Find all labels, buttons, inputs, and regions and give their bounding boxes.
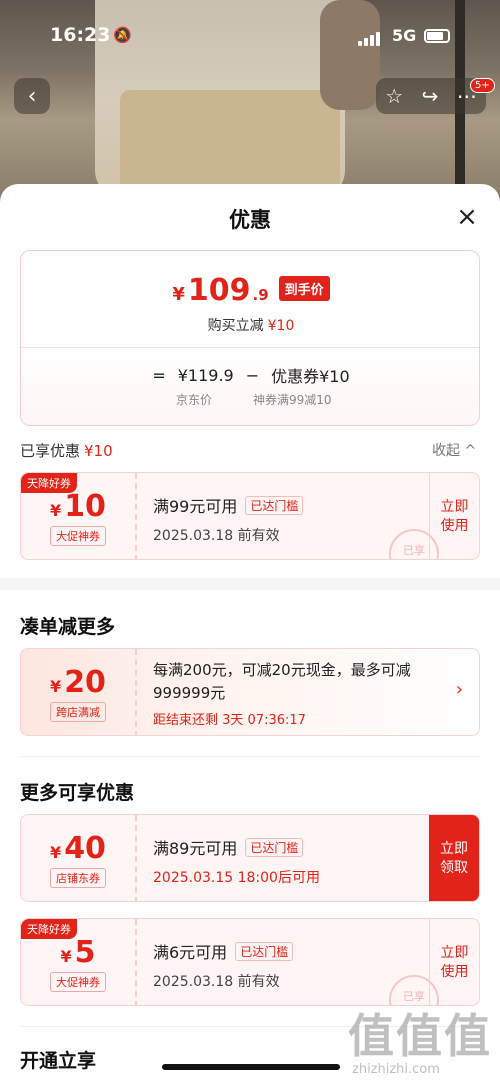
coupon-condition: 满99元可用 已达门槛 bbox=[153, 493, 304, 517]
photo-arm bbox=[320, 0, 380, 110]
coupon-details: 满89元可用 已达门槛 2025.03.15 18:00后可用 bbox=[153, 835, 320, 887]
use-now-button[interactable]: 立即 使用 bbox=[429, 919, 479, 1005]
divider bbox=[21, 347, 479, 348]
threshold-tag: 已达门槛 bbox=[235, 941, 294, 961]
star-icon[interactable]: ☆ bbox=[385, 84, 403, 108]
coupon-deduction: 优惠券¥10 bbox=[271, 367, 350, 386]
promo-currency: ¥ bbox=[50, 676, 62, 696]
currency-symbol: ¥ bbox=[172, 284, 185, 305]
jd-price: ¥119.9 bbox=[177, 365, 234, 385]
promo-type: 跨店满减 bbox=[50, 701, 106, 722]
coupon-details: 满99元可用 已达门槛 2025.03.18 前有效 bbox=[153, 493, 304, 545]
promo-countdown: 距结束还剩 3天 07:36:17 bbox=[153, 713, 306, 728]
site-watermark: 值值值 zhizhizhi.com bbox=[348, 1000, 498, 1077]
coupon-currency: ¥ bbox=[60, 946, 72, 966]
collapse-toggle[interactable]: 收起 ^ bbox=[432, 440, 476, 460]
watermark-logo: 值值值 bbox=[348, 1009, 492, 1063]
price-integer: 109 bbox=[187, 273, 251, 308]
threshold-tag: 已达门槛 bbox=[245, 837, 304, 857]
coupon-amount-value: 10 bbox=[64, 488, 106, 524]
home-indicator[interactable] bbox=[162, 1064, 340, 1070]
coupon-amount-value: 40 bbox=[64, 830, 106, 866]
coupon-amount: ¥ 40 bbox=[50, 831, 106, 866]
close-icon: × bbox=[456, 202, 478, 232]
coupon-value-area: ¥ 40 店铺东券 bbox=[21, 815, 137, 901]
coupon-date: 2025.03.15 18:00后可用 bbox=[153, 870, 320, 886]
promo-description: 每满200元，可减20元现金，最多可减999999元 bbox=[153, 661, 411, 702]
coupon-currency: ¥ bbox=[50, 842, 62, 862]
saving-value: ¥10 bbox=[267, 318, 295, 334]
coupon-currency: ¥ bbox=[50, 500, 62, 520]
equals-sign: = bbox=[152, 365, 166, 385]
enjoyed-value: ¥10 bbox=[84, 442, 113, 460]
coupon-details: 满6元可用 已达门槛 2025.03.18 前有效 bbox=[153, 939, 294, 991]
sheet-title: 优惠 bbox=[229, 208, 271, 232]
coupon-condition-text: 满99元可用 bbox=[153, 497, 238, 516]
coupon-condition: 满89元可用 已达门槛 bbox=[153, 835, 320, 859]
price-card: ¥ 109 .9 到手价 购买立减 ¥10 = ¥119.9 − 优惠券¥10 京… bbox=[20, 250, 480, 426]
back-button[interactable]: ‹ bbox=[14, 78, 50, 114]
threshold-tag: 已达门槛 bbox=[245, 495, 304, 515]
coupon-condition-text: 满6元可用 bbox=[153, 943, 228, 962]
divider bbox=[20, 756, 480, 757]
coupon-type: 大促神券 bbox=[50, 525, 106, 546]
coupon-type: 店铺东券 bbox=[50, 867, 106, 888]
back-icon: ‹ bbox=[27, 83, 37, 109]
coupon-amount: ¥ 10 bbox=[50, 489, 106, 524]
promo-amount-value: 20 bbox=[64, 664, 106, 700]
final-price-tag: 到手价 bbox=[278, 276, 330, 301]
extra-discount-title: 更多可享优惠 bbox=[20, 782, 135, 804]
final-price: ¥ 109 .9 到手价 bbox=[21, 273, 479, 308]
section-gap bbox=[0, 578, 500, 590]
coupon-label: 神券满99减10 bbox=[253, 393, 332, 407]
coupon-type: 大促神券 bbox=[50, 971, 106, 992]
bell-muted-icon: 🔕 bbox=[113, 26, 132, 44]
mega-coupon-card[interactable]: ¥ 5 大促神券 天降好券 满6元可用 已达门槛 2025.03.18 前有效 … bbox=[20, 918, 480, 1006]
discount-sheet: 优惠 × ¥ 109 .9 到手价 购买立减 ¥10 = ¥119.9 − 优惠券… bbox=[0, 184, 500, 1083]
chevron-right-icon: › bbox=[455, 679, 463, 700]
claim-now-button[interactable]: 立即 领取 bbox=[429, 815, 479, 901]
more-discount-title: 凑单减更多 bbox=[20, 616, 116, 638]
close-button[interactable]: × bbox=[452, 202, 482, 232]
price-formula: = ¥119.9 − 优惠券¥10 bbox=[21, 363, 479, 387]
enjoyed-coupon-card[interactable]: ¥ 10 大促神券 天降好券 满99元可用 已达门槛 2025.03.18 前有… bbox=[20, 472, 480, 560]
minus-sign: − bbox=[245, 365, 260, 385]
status-time: 16:23 bbox=[50, 24, 111, 46]
message-badge: 5+ bbox=[470, 78, 495, 93]
saving-label: 购买立减 bbox=[207, 318, 264, 334]
coupon-date: 2025.03.18 前有效 bbox=[153, 974, 280, 990]
battery-icon bbox=[424, 29, 450, 43]
coupon-date: 2025.03.18 前有效 bbox=[153, 528, 280, 544]
status-bar: 16:23 🔕 5G bbox=[0, 24, 500, 52]
enjoyed-label: 已享优惠 bbox=[20, 442, 81, 460]
store-coupon-card[interactable]: ¥ 40 店铺东券 满89元可用 已达门槛 2025.03.15 18:00后可… bbox=[20, 814, 480, 902]
enjoyed-discount: 已享优惠 ¥10 bbox=[20, 440, 113, 461]
use-now-button[interactable]: 立即 使用 bbox=[429, 473, 479, 559]
price-decimal: .9 bbox=[252, 286, 269, 304]
instant-saving: 购买立减 ¥10 bbox=[21, 315, 479, 335]
promo-amount: ¥ 20 bbox=[50, 665, 106, 700]
open-membership-title: 开通立享 bbox=[20, 1050, 97, 1072]
coupon-condition: 满6元可用 已达门槛 bbox=[153, 939, 294, 963]
jd-price-label: 京东价 bbox=[176, 393, 213, 407]
coupon-amount: ¥ 5 bbox=[60, 935, 95, 970]
coupon-corner-tag: 天降好券 bbox=[21, 473, 77, 493]
promo-value-area: ¥ 20 跨店满减 bbox=[21, 649, 137, 735]
share-icon[interactable]: ↪ bbox=[422, 84, 439, 108]
cross-store-promo-card[interactable]: ¥ 20 跨店满减 每满200元，可减20元现金，最多可减999999元 距结束… bbox=[20, 648, 480, 736]
coupon-condition-text: 满89元可用 bbox=[153, 839, 238, 858]
coupon-corner-tag: 天降好券 bbox=[21, 919, 77, 939]
network-type: 5G bbox=[392, 26, 417, 45]
coupon-amount-value: 5 bbox=[74, 934, 96, 970]
signal-icon bbox=[358, 32, 380, 46]
